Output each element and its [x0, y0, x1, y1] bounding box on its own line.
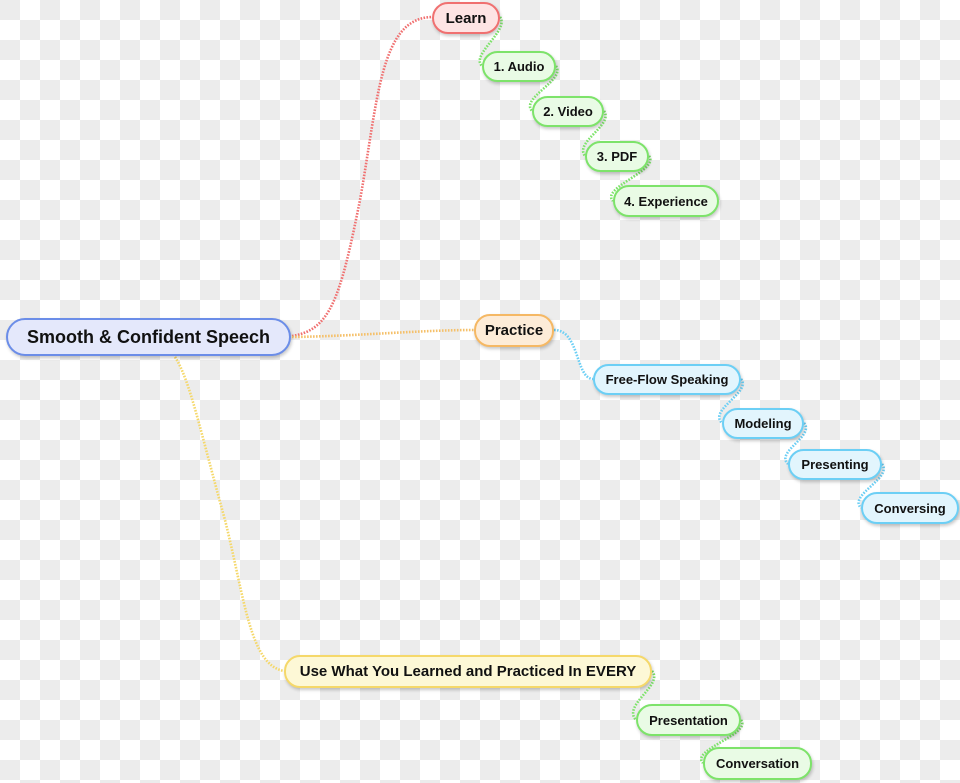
leaf-node-label: 1. Audio: [493, 59, 545, 74]
leaf-node-label: 3. PDF: [596, 149, 638, 164]
leaf-node-presenting[interactable]: Presenting: [788, 449, 882, 480]
leaf-node-free-flow-speaking[interactable]: Free-Flow Speaking: [593, 364, 741, 395]
root-node[interactable]: Smooth & Confident Speech: [6, 318, 291, 356]
leaf-node-presentation[interactable]: Presentation: [636, 704, 741, 736]
branch-node-practice[interactable]: Practice: [474, 314, 554, 347]
branch-node-use-every[interactable]: Use What You Learned and Practiced In EV…: [284, 655, 652, 688]
leaf-node-label: Presentation: [649, 712, 728, 728]
branch-node-learn[interactable]: Learn: [432, 2, 500, 34]
leaf-node-label: Conversation: [715, 756, 800, 771]
leaf-node-label: Conversing: [874, 500, 946, 516]
connector-root-learn: [291, 15, 433, 338]
connector-practice-freeflow: [553, 328, 594, 381]
branch-node-label: Practice: [484, 322, 544, 339]
leaf-node-label: Presenting: [801, 457, 869, 472]
connector-root-practice: [291, 328, 475, 339]
leaf-node-label: Free-Flow Speaking: [605, 372, 729, 387]
leaf-node-label: Modeling: [734, 416, 792, 431]
leaf-node-pdf[interactable]: 3. PDF: [585, 141, 649, 172]
branch-node-label: Learn: [445, 9, 487, 27]
leaf-node-experience[interactable]: 4. Experience: [613, 185, 719, 217]
leaf-node-label: 2. Video: [543, 104, 593, 119]
leaf-node-modeling[interactable]: Modeling: [722, 408, 804, 439]
connector-root-use: [173, 356, 285, 673]
branch-node-label: Use What You Learned and Practiced In EV…: [299, 663, 637, 680]
leaf-node-label: 4. Experience: [624, 193, 708, 209]
leaf-node-conversing[interactable]: Conversing: [861, 492, 959, 524]
leaf-node-audio[interactable]: 1. Audio: [482, 51, 556, 82]
leaf-node-video[interactable]: 2. Video: [532, 96, 604, 127]
root-node-label: Smooth & Confident Speech: [27, 326, 270, 347]
leaf-node-conversation[interactable]: Conversation: [703, 747, 812, 780]
